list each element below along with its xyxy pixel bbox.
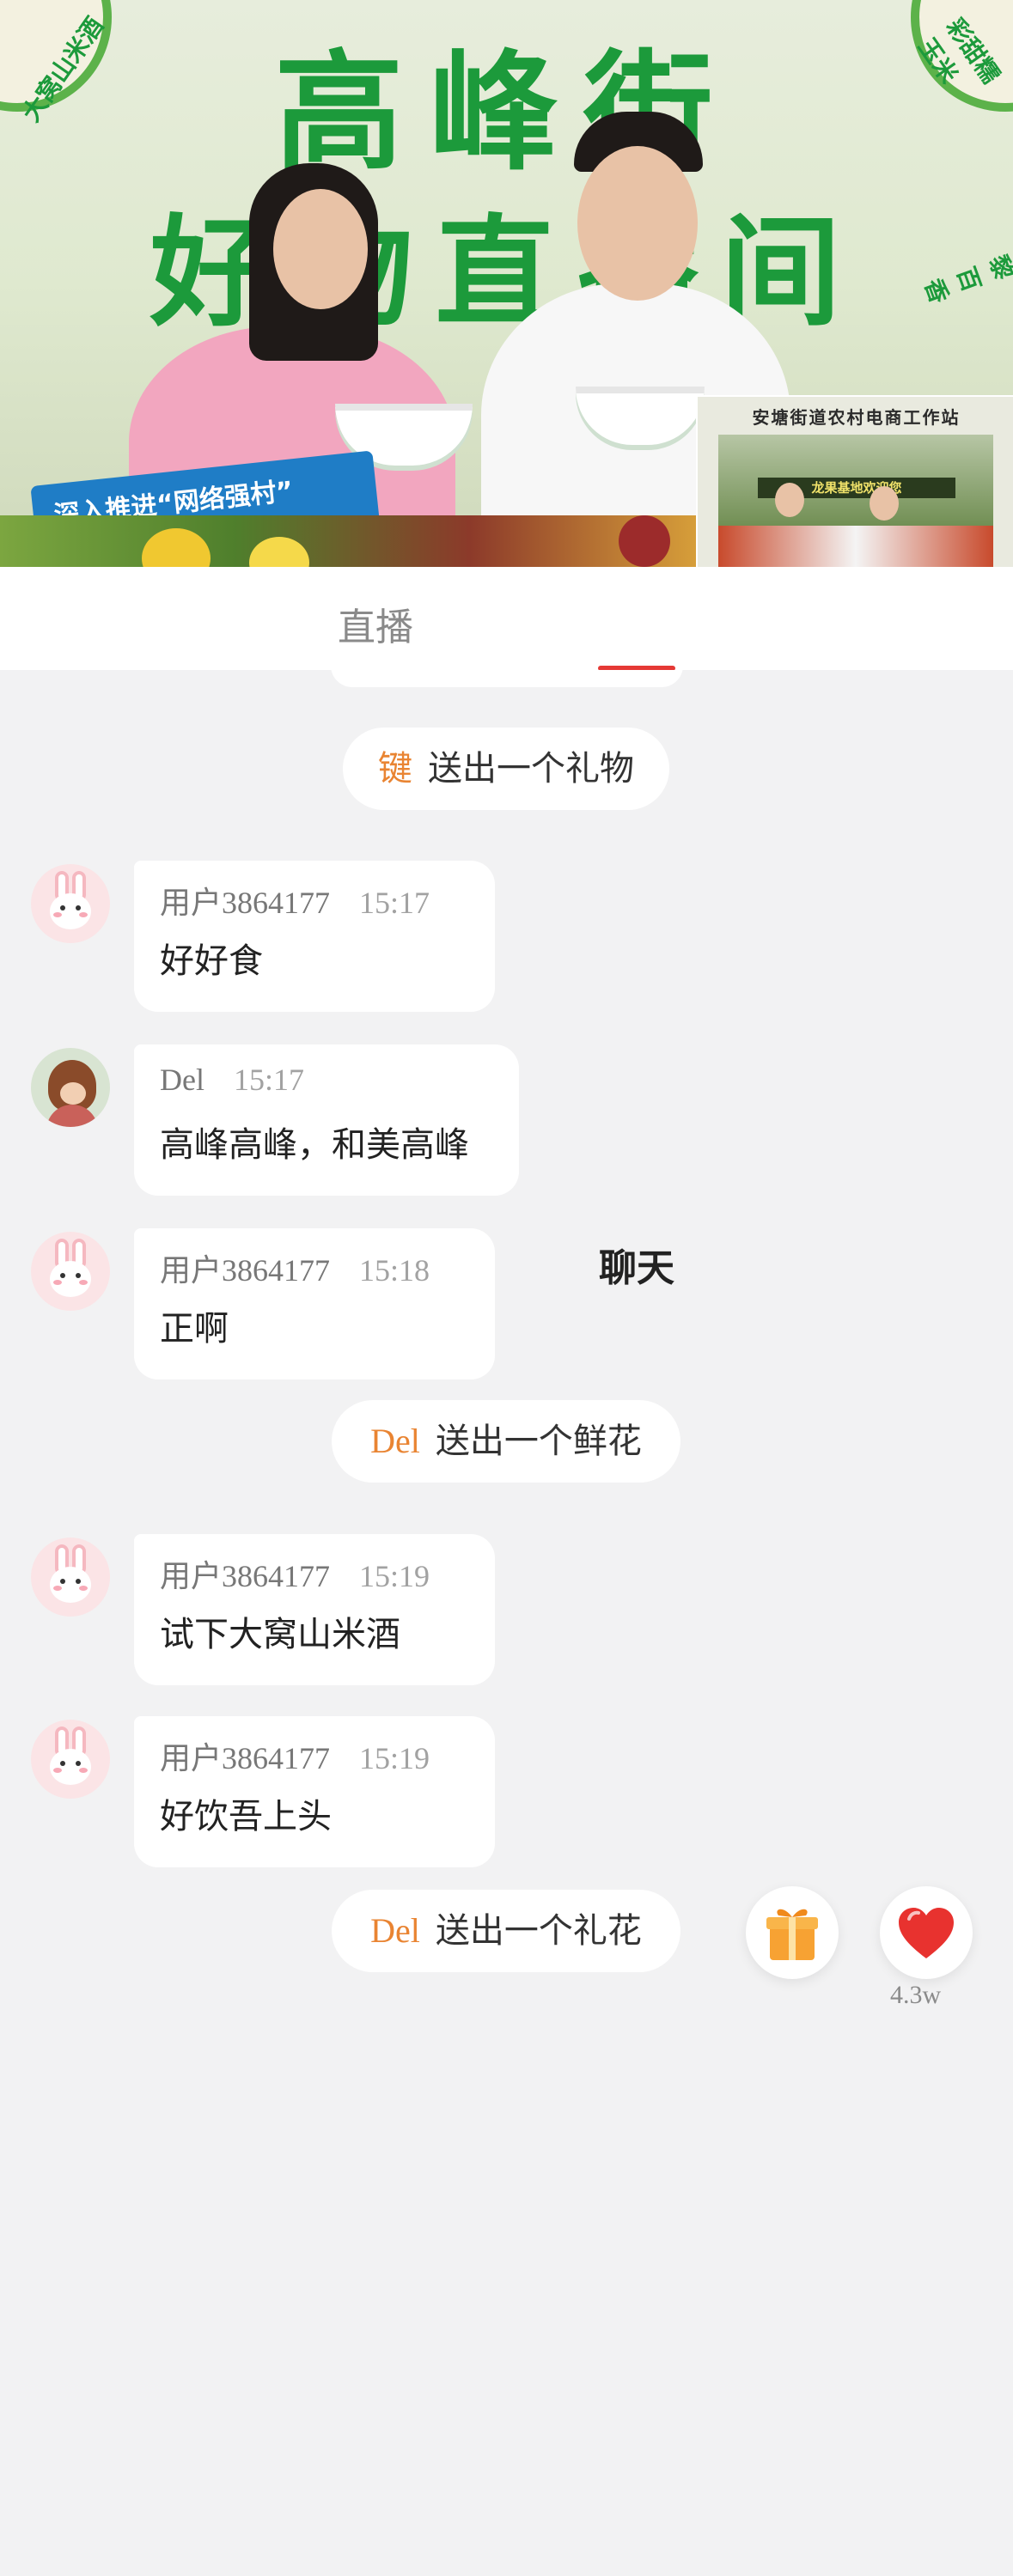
message-time: 15:19 [359,1559,430,1593]
gift-box-icon [766,1909,818,1960]
bunny-avatar[interactable] [31,1538,110,1617]
like-button[interactable] [880,1886,973,1979]
girl-avatar[interactable] [31,1048,110,1127]
system-sender: Del [370,1422,420,1460]
message-time: 15:18 [359,1253,430,1288]
message-text: 高峰高峰，和美高峰 [160,1125,469,1165]
system-message-flower: Del 送出一个鲜花 [332,1400,680,1483]
host-woman-face [273,189,368,309]
message-username[interactable]: Del [160,1063,204,1097]
bunny-avatar[interactable] [31,864,110,943]
system-action: 送出一个礼物 [428,749,634,788]
message-username[interactable]: 用户3864177 [160,1559,330,1593]
message-username[interactable]: 用户3864177 [160,1253,330,1288]
tab-bar: 直播 聊天 [0,567,1013,1290]
message-text: 正啊 [160,1309,229,1349]
pip-title: 安塘街道农村电商工作站 [752,407,961,428]
message-username[interactable]: 用户3864177 [160,1741,330,1775]
likes-count: 4.3w [890,1981,942,2009]
chat-message: 用户3864177 15:19 好饮吾上头 [134,1716,495,1867]
gift-button[interactable] [746,1886,839,1979]
system-sender: 键 [378,749,412,788]
system-message-fireworks: Del 送出一个礼花 [332,1890,680,1972]
message-time: 15:17 [359,886,430,920]
system-action: 送出一个礼花 [435,1911,642,1950]
message-text: 试下大窝山米酒 [160,1615,400,1654]
bunny-avatar[interactable] [31,1232,110,1311]
fruit-red [619,515,670,567]
picture-in-picture-stream[interactable]: 安塘街道农村电商工作站 龙果基地欢迎您 [696,395,1013,567]
chat-feed[interactable]: 键送出一个礼物 用户3864177 15:17 好好食 Del 15:17 高峰高峰… [0,670,1013,2009]
message-text: 好饮吾上头 [160,1797,332,1836]
bunny-avatar[interactable] [31,1720,110,1799]
produce-table [0,515,705,567]
previous-message-pill [331,670,683,687]
live-video-player[interactable]: 大窝山米酒 彩甜糯玉米 赤黎百香 高峰街 好物直播间 深入推进“网络强村” 赋能… [0,0,1013,567]
pip-host-2 [870,486,899,521]
chat-message: 用户3864177 15:18 正啊 [134,1228,495,1379]
heart-icon [899,1908,954,1958]
system-action: 送出一个鲜花 [435,1422,642,1460]
pip-desk [718,526,993,567]
chat-message: Del 15:17 高峰高峰，和美高峰 [134,1044,519,1196]
banner-title-line1: 高峰街 [274,39,739,188]
message-time: 15:17 [233,1063,304,1097]
tab-live[interactable]: 直播 [338,596,413,651]
message-time: 15:19 [359,1741,430,1775]
chat-message: 用户3864177 15:19 试下大窝山米酒 [134,1534,495,1685]
banner-title-line2: 好物直播间 [150,204,863,344]
message-text: 好好食 [160,941,263,981]
host-man-face [577,146,698,301]
system-message-gift: 键送出一个礼物 [343,728,669,810]
chat-message: 用户3864177 15:17 好好食 [134,861,495,1012]
message-username[interactable]: 用户3864177 [160,886,330,920]
pip-host-1 [775,483,804,517]
system-sender: Del [370,1911,420,1950]
